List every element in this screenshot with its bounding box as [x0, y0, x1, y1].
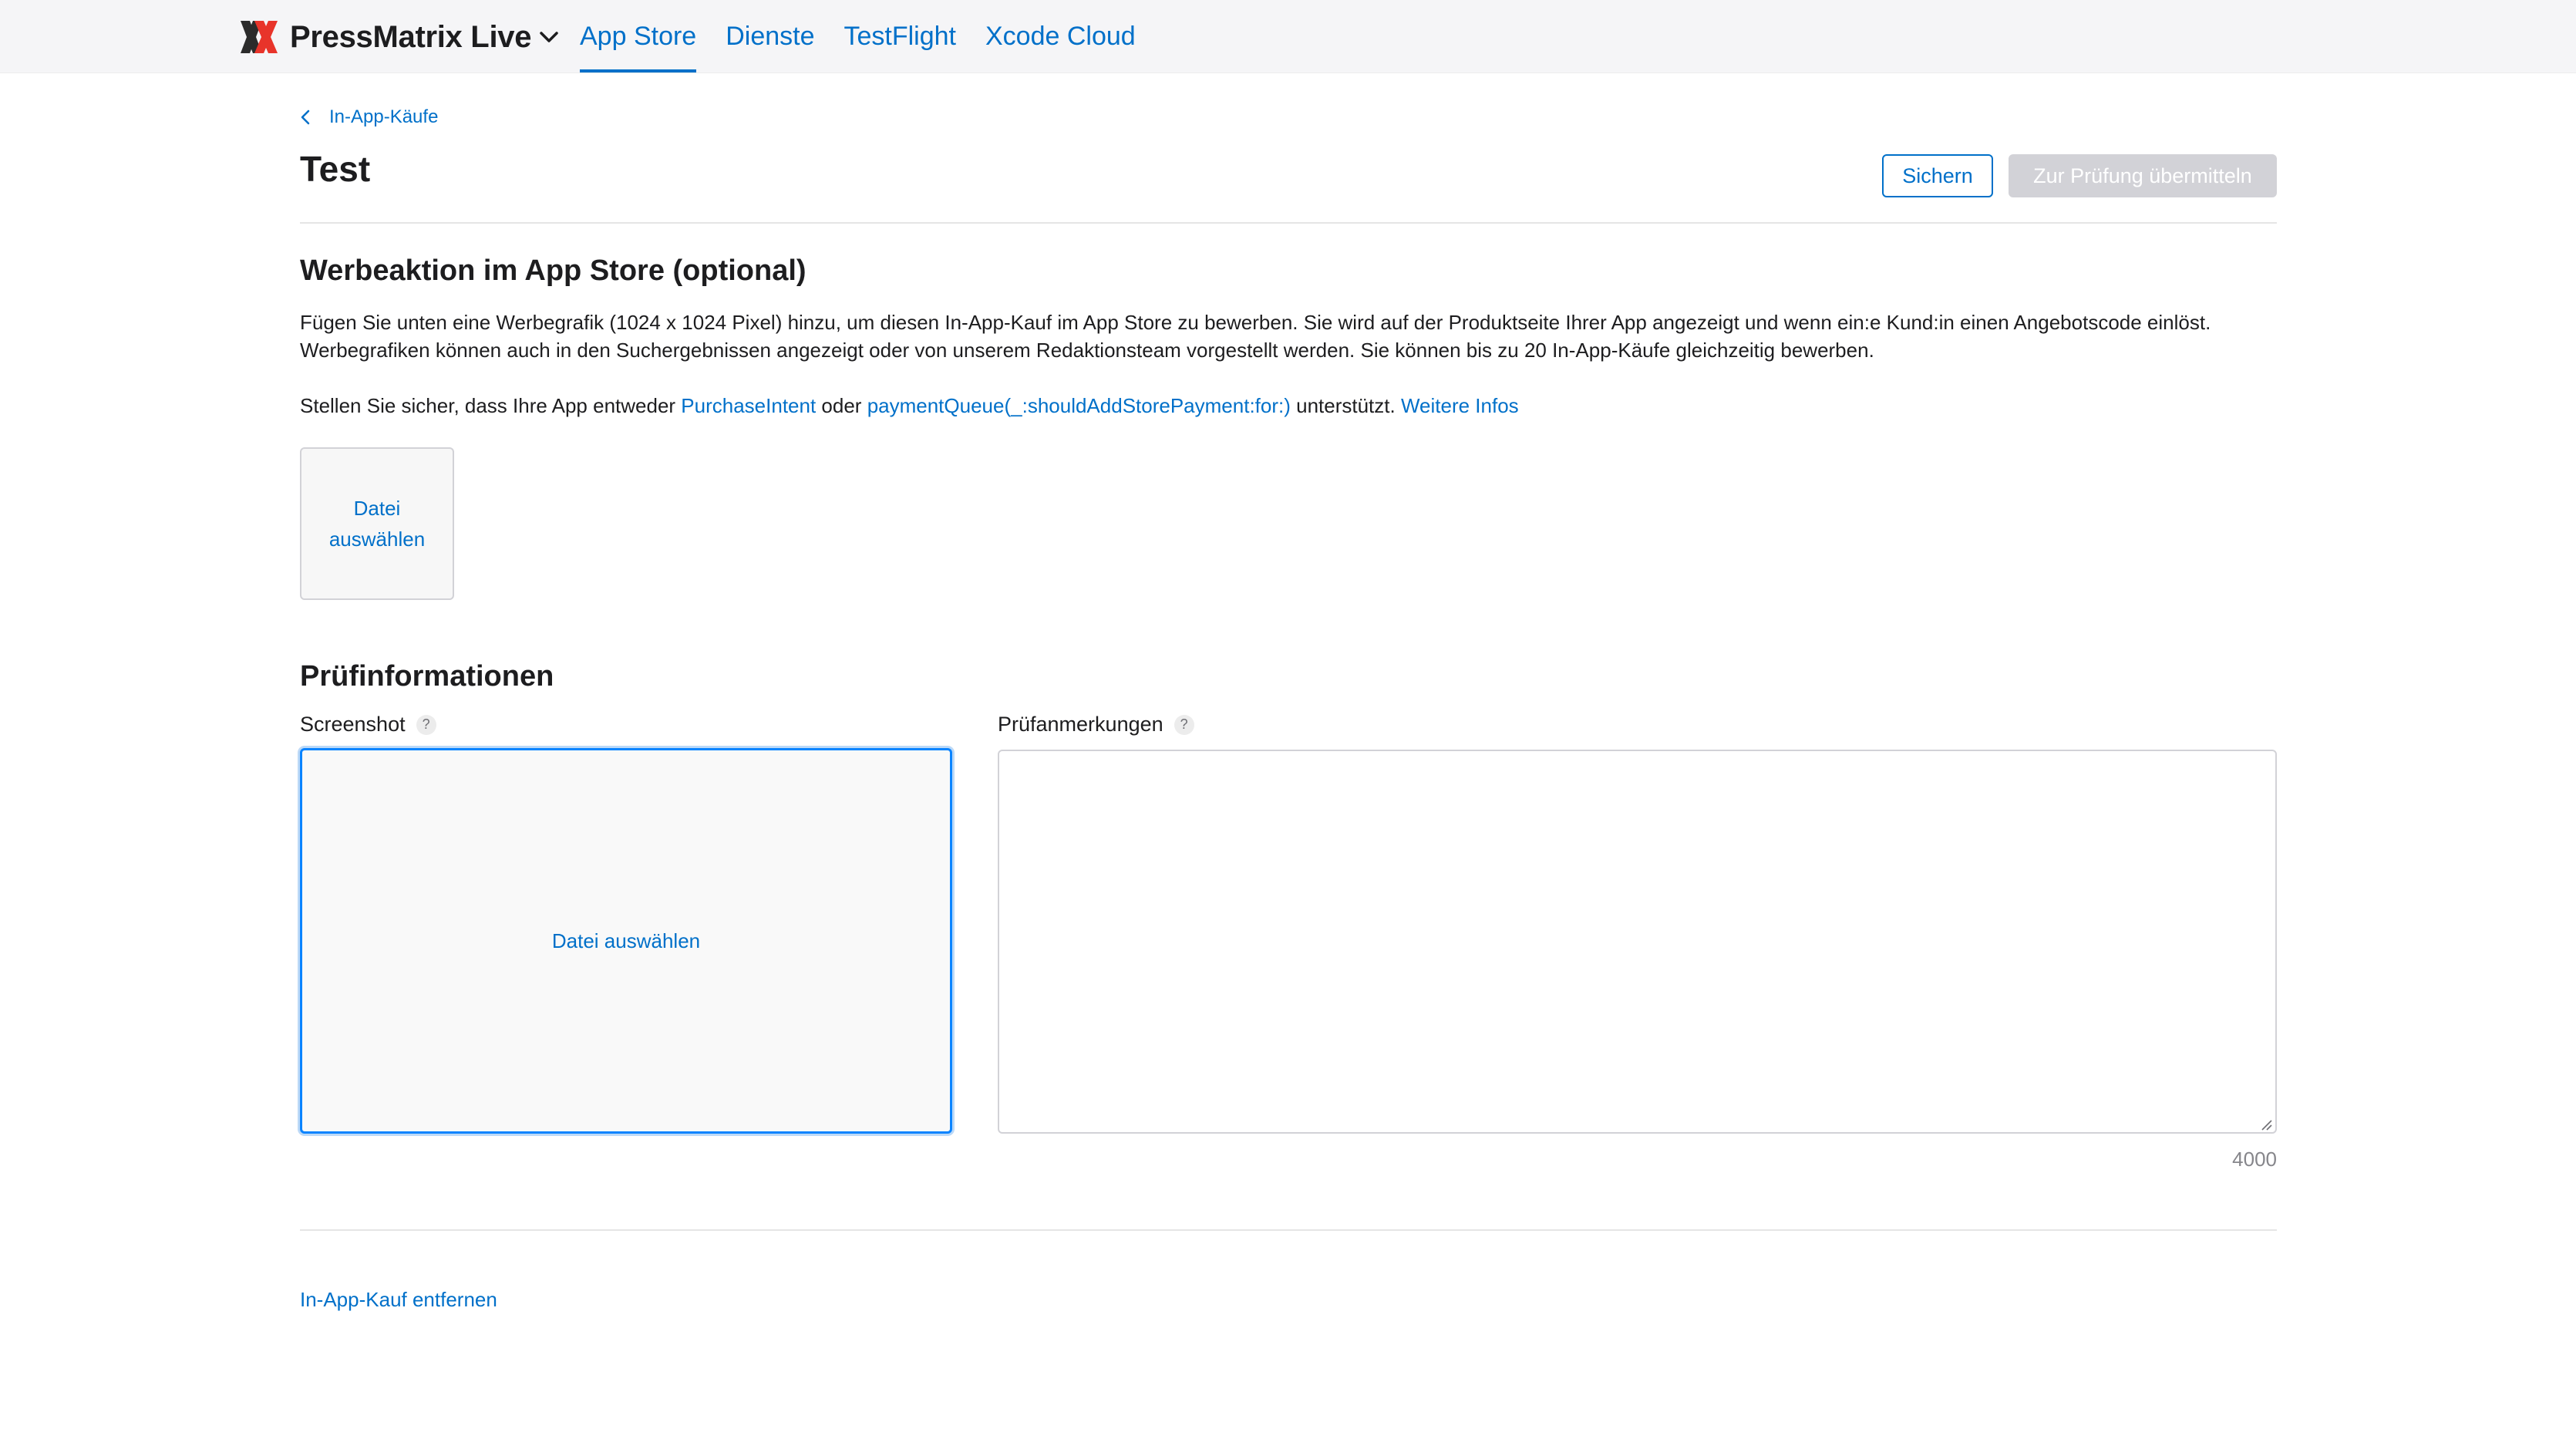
- screenshot-file-picker[interactable]: Datei auswählen: [300, 748, 952, 1134]
- file-picker-label-line1: Datei: [353, 497, 401, 520]
- file-picker-label: Datei auswählen: [329, 493, 425, 554]
- more-info-link[interactable]: Weitere Infos: [1401, 394, 1519, 417]
- promotional-image-file-picker[interactable]: Datei auswählen: [300, 447, 454, 600]
- support-note-prefix: Stellen Sie sicher, dass Ihre App entwed…: [300, 394, 682, 417]
- pressmatrix-logo-icon: [241, 21, 278, 53]
- payment-queue-link[interactable]: paymentQueue(_:shouldAddStorePayment:for…: [867, 394, 1291, 417]
- promotion-support-note: Stellen Sie sicher, dass Ihre App entwed…: [300, 392, 2277, 420]
- screenshot-label-text: Screenshot: [300, 713, 406, 736]
- chevron-left-icon: [301, 110, 310, 125]
- review-section-title: Prüfinformationen: [300, 660, 554, 693]
- tab-testflight[interactable]: TestFlight: [844, 0, 957, 72]
- screenshot-label: Screenshot ?: [300, 713, 436, 736]
- screenshot-help-icon[interactable]: ?: [416, 714, 436, 735]
- remove-in-app-purchase-link[interactable]: In-App-Kauf entfernen: [300, 1288, 497, 1312]
- top-navigation-bar: PressMatrix Live App Store Dienste TestF…: [0, 0, 2576, 73]
- character-counter: 4000: [2232, 1148, 2277, 1171]
- header-divider: [300, 222, 2277, 224]
- app-name: PressMatrix Live: [290, 19, 532, 54]
- review-notes-label-text: Prüfanmerkungen: [998, 713, 1163, 736]
- promotion-description: Fügen Sie unten eine Werbegrafik (1024 x…: [300, 311, 2211, 362]
- breadcrumb-label: In-App-Käufe: [329, 106, 439, 127]
- chevron-down-icon: [540, 32, 558, 42]
- breadcrumb-back-link[interactable]: In-App-Käufe: [300, 106, 438, 128]
- tab-xcode-cloud[interactable]: Xcode Cloud: [985, 0, 1136, 72]
- support-note-suffix: unterstützt.: [1290, 394, 1401, 417]
- submit-for-review-button[interactable]: Zur Prüfung übermitteln: [2009, 154, 2277, 197]
- tab-app-store[interactable]: App Store: [580, 0, 697, 72]
- save-button[interactable]: Sichern: [1882, 154, 1993, 197]
- page-actions: Sichern Zur Prüfung übermitteln: [1882, 154, 2277, 197]
- tab-dienste[interactable]: Dienste: [726, 0, 814, 72]
- file-picker-label-line2: auswählen: [328, 528, 426, 551]
- review-notes-label: Prüfanmerkungen ?: [998, 713, 1194, 736]
- screenshot-file-picker-label: Datei auswählen: [551, 929, 701, 952]
- app-switcher[interactable]: PressMatrix Live: [239, 17, 559, 57]
- support-note-or: oder: [816, 394, 867, 417]
- review-notes-help-icon[interactable]: ?: [1174, 714, 1194, 735]
- footer-divider: [300, 1229, 2277, 1231]
- promotion-section-title: Werbeaktion im App Store (optional): [300, 254, 806, 287]
- resize-grip-icon[interactable]: [2260, 1118, 2272, 1131]
- review-notes-textarea[interactable]: [998, 750, 2277, 1134]
- page-title: Test: [300, 149, 371, 189]
- main-nav: App Store Dienste TestFlight Xcode Cloud: [580, 0, 1165, 72]
- purchase-intent-link[interactable]: PurchaseIntent: [681, 394, 816, 417]
